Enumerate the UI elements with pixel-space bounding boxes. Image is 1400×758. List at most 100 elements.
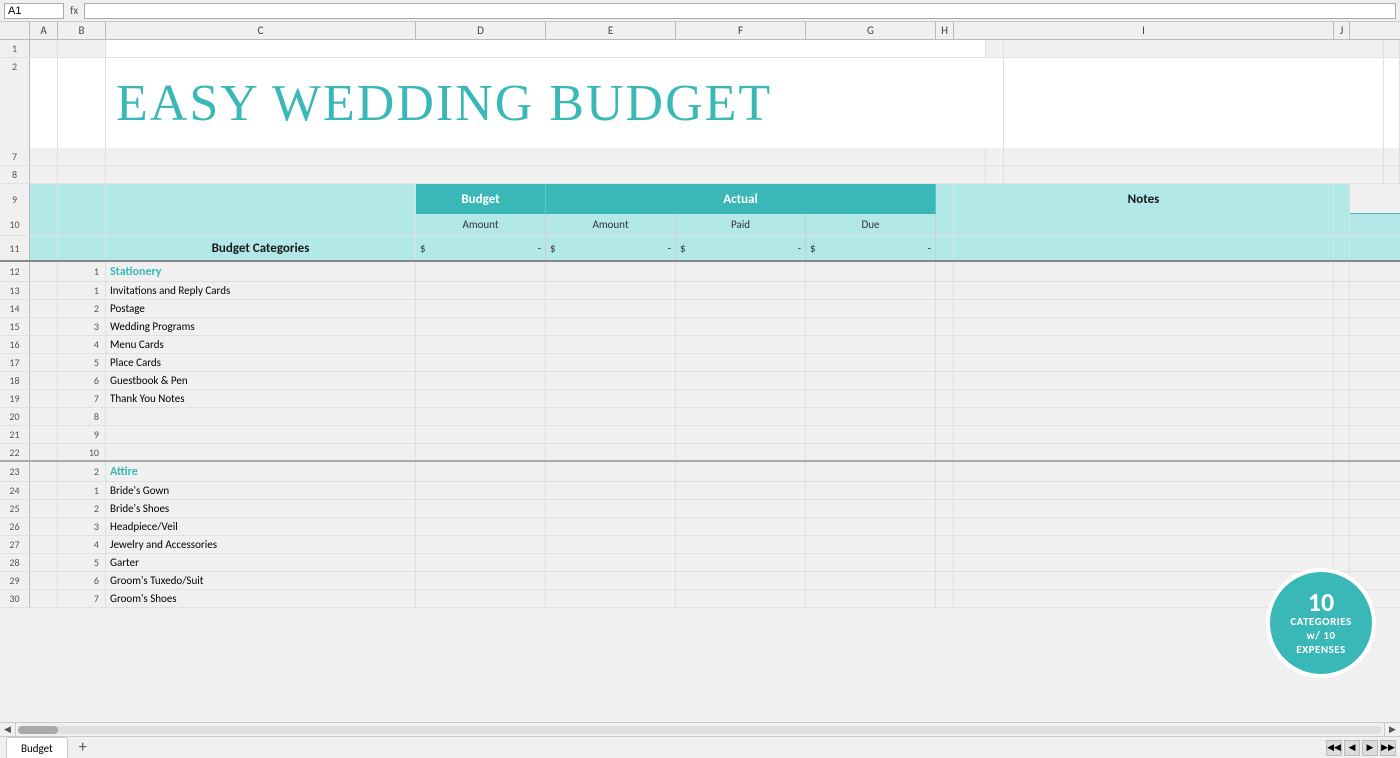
cell-26h: [936, 518, 954, 535]
col-header-i: I: [954, 22, 1334, 39]
cell-19e: [546, 390, 676, 407]
cell-23d: [416, 462, 546, 481]
cell-11b: [58, 236, 106, 260]
cell-21h: [936, 426, 954, 443]
grid-row-23: 23 2 Attire: [0, 462, 1400, 482]
cell-11e: $ -: [546, 236, 676, 260]
cell-9a: [30, 184, 58, 214]
col-header-e: E: [546, 22, 676, 39]
cell-27g: [806, 536, 936, 553]
cell-27i: [954, 536, 1334, 553]
cell-18i: [954, 372, 1334, 389]
cell-22a: [30, 444, 58, 460]
cell-1c: [106, 40, 986, 57]
cell-23g: [806, 462, 936, 481]
scroll-next-arrow[interactable]: ▶: [1362, 740, 1378, 756]
cell-8b: [58, 166, 106, 183]
cell-29b: 6: [58, 572, 106, 589]
col-header-j: J: [1334, 22, 1350, 39]
cell-18c: Guestbook & Pen: [106, 372, 416, 389]
cell-15d: [416, 318, 546, 335]
sheet-tab-budget[interactable]: Budget: [6, 737, 68, 758]
row-num-26: 26: [0, 518, 30, 535]
cell-30a: [30, 590, 58, 607]
cell-15h: [936, 318, 954, 335]
grid-row-9: 9 Budget Actual Notes: [0, 184, 1400, 214]
cell-14i: [954, 300, 1334, 317]
header-categories: Budget Categories: [106, 236, 416, 260]
cell-20i: [954, 408, 1334, 425]
cell-17a: [30, 354, 58, 371]
cell-19i: [954, 390, 1334, 407]
header-notes: Notes: [954, 184, 1334, 214]
dollar-sign-g: $: [810, 242, 816, 255]
hscroll-right-arrow[interactable]: ▶: [1384, 723, 1400, 737]
row-num-12: 12: [0, 262, 30, 281]
cell-28h: [936, 554, 954, 571]
cell-22i: [954, 444, 1334, 460]
cell-23h: [936, 462, 954, 481]
cell-17h: [936, 354, 954, 371]
bottom-bar: Budget + ◀◀ ◀ ▶ ▶▶: [0, 736, 1400, 758]
cell-10h: [936, 214, 954, 235]
cell-11g: $ -: [806, 236, 936, 260]
grid-row-24: 24 1 Bride's Gown: [0, 482, 1400, 500]
cell-16b: 4: [58, 336, 106, 353]
cell-15b: 3: [58, 318, 106, 335]
cell-21a: [30, 426, 58, 443]
row-num-19: 19: [0, 390, 30, 407]
cell-28a: [30, 554, 58, 571]
cell-10j: [1334, 214, 1350, 235]
cell-15e: [546, 318, 676, 335]
cell-28f: [676, 554, 806, 571]
grid-row-28: 28 5 Garter: [0, 554, 1400, 572]
scroll-left-arrow[interactable]: ◀◀: [1326, 740, 1342, 756]
cell-20a: [30, 408, 58, 425]
add-sheet-button[interactable]: +: [72, 737, 94, 758]
cell-7b: [58, 148, 106, 165]
row-num-1: 1: [0, 40, 30, 57]
cell-9h: [936, 184, 954, 214]
grid-row-25: 25 2 Bride's Shoes: [0, 500, 1400, 518]
hscroll-left-arrow[interactable]: ◀: [0, 723, 16, 737]
cell-14a: [30, 300, 58, 317]
cell-10a: [30, 214, 58, 235]
cell-19h: [936, 390, 954, 407]
cell-7h: [986, 148, 1004, 165]
cell-21d: [416, 426, 546, 443]
row-num-14: 14: [0, 300, 30, 317]
cell-22g: [806, 444, 936, 460]
scroll-prev-arrow[interactable]: ◀: [1344, 740, 1360, 756]
cell-13a: [30, 282, 58, 299]
col-header-h: H: [936, 22, 954, 39]
cell-23b: 2: [58, 462, 106, 481]
cell-13f: [676, 282, 806, 299]
cell-29f: [676, 572, 806, 589]
cell-title-a: [30, 58, 58, 148]
cell-17b: 5: [58, 354, 106, 371]
cell-22e: [546, 444, 676, 460]
cell-12h: [936, 262, 954, 281]
cell-23j: [1334, 462, 1350, 481]
cell-15g: [806, 318, 936, 335]
cell-20e: [546, 408, 676, 425]
hscroll-thumb[interactable]: [18, 726, 58, 734]
scroll-right-arrow[interactable]: ▶▶: [1380, 740, 1396, 756]
cell-25c: Bride's Shoes: [106, 500, 416, 517]
formula-bar[interactable]: [84, 3, 1396, 19]
row-num-29: 29: [0, 572, 30, 589]
cell-14b: 2: [58, 300, 106, 317]
cell-11d: $ -: [416, 236, 546, 260]
cell-20b: 8: [58, 408, 106, 425]
col-header-g: G: [806, 22, 936, 39]
grid-row-30: 30 7 Groom's Shoes: [0, 590, 1400, 608]
cell-18g: [806, 372, 936, 389]
header-due: Due: [806, 214, 936, 235]
cell-23i: [954, 462, 1334, 481]
cell-15a: [30, 318, 58, 335]
hscroll-track[interactable]: [18, 726, 1382, 734]
name-box[interactable]: [4, 3, 64, 19]
cell-27e: [546, 536, 676, 553]
grid-row-15: 15 3 Wedding Programs: [0, 318, 1400, 336]
spreadsheet-title: EASY WEDDING BUDGET: [106, 58, 986, 148]
